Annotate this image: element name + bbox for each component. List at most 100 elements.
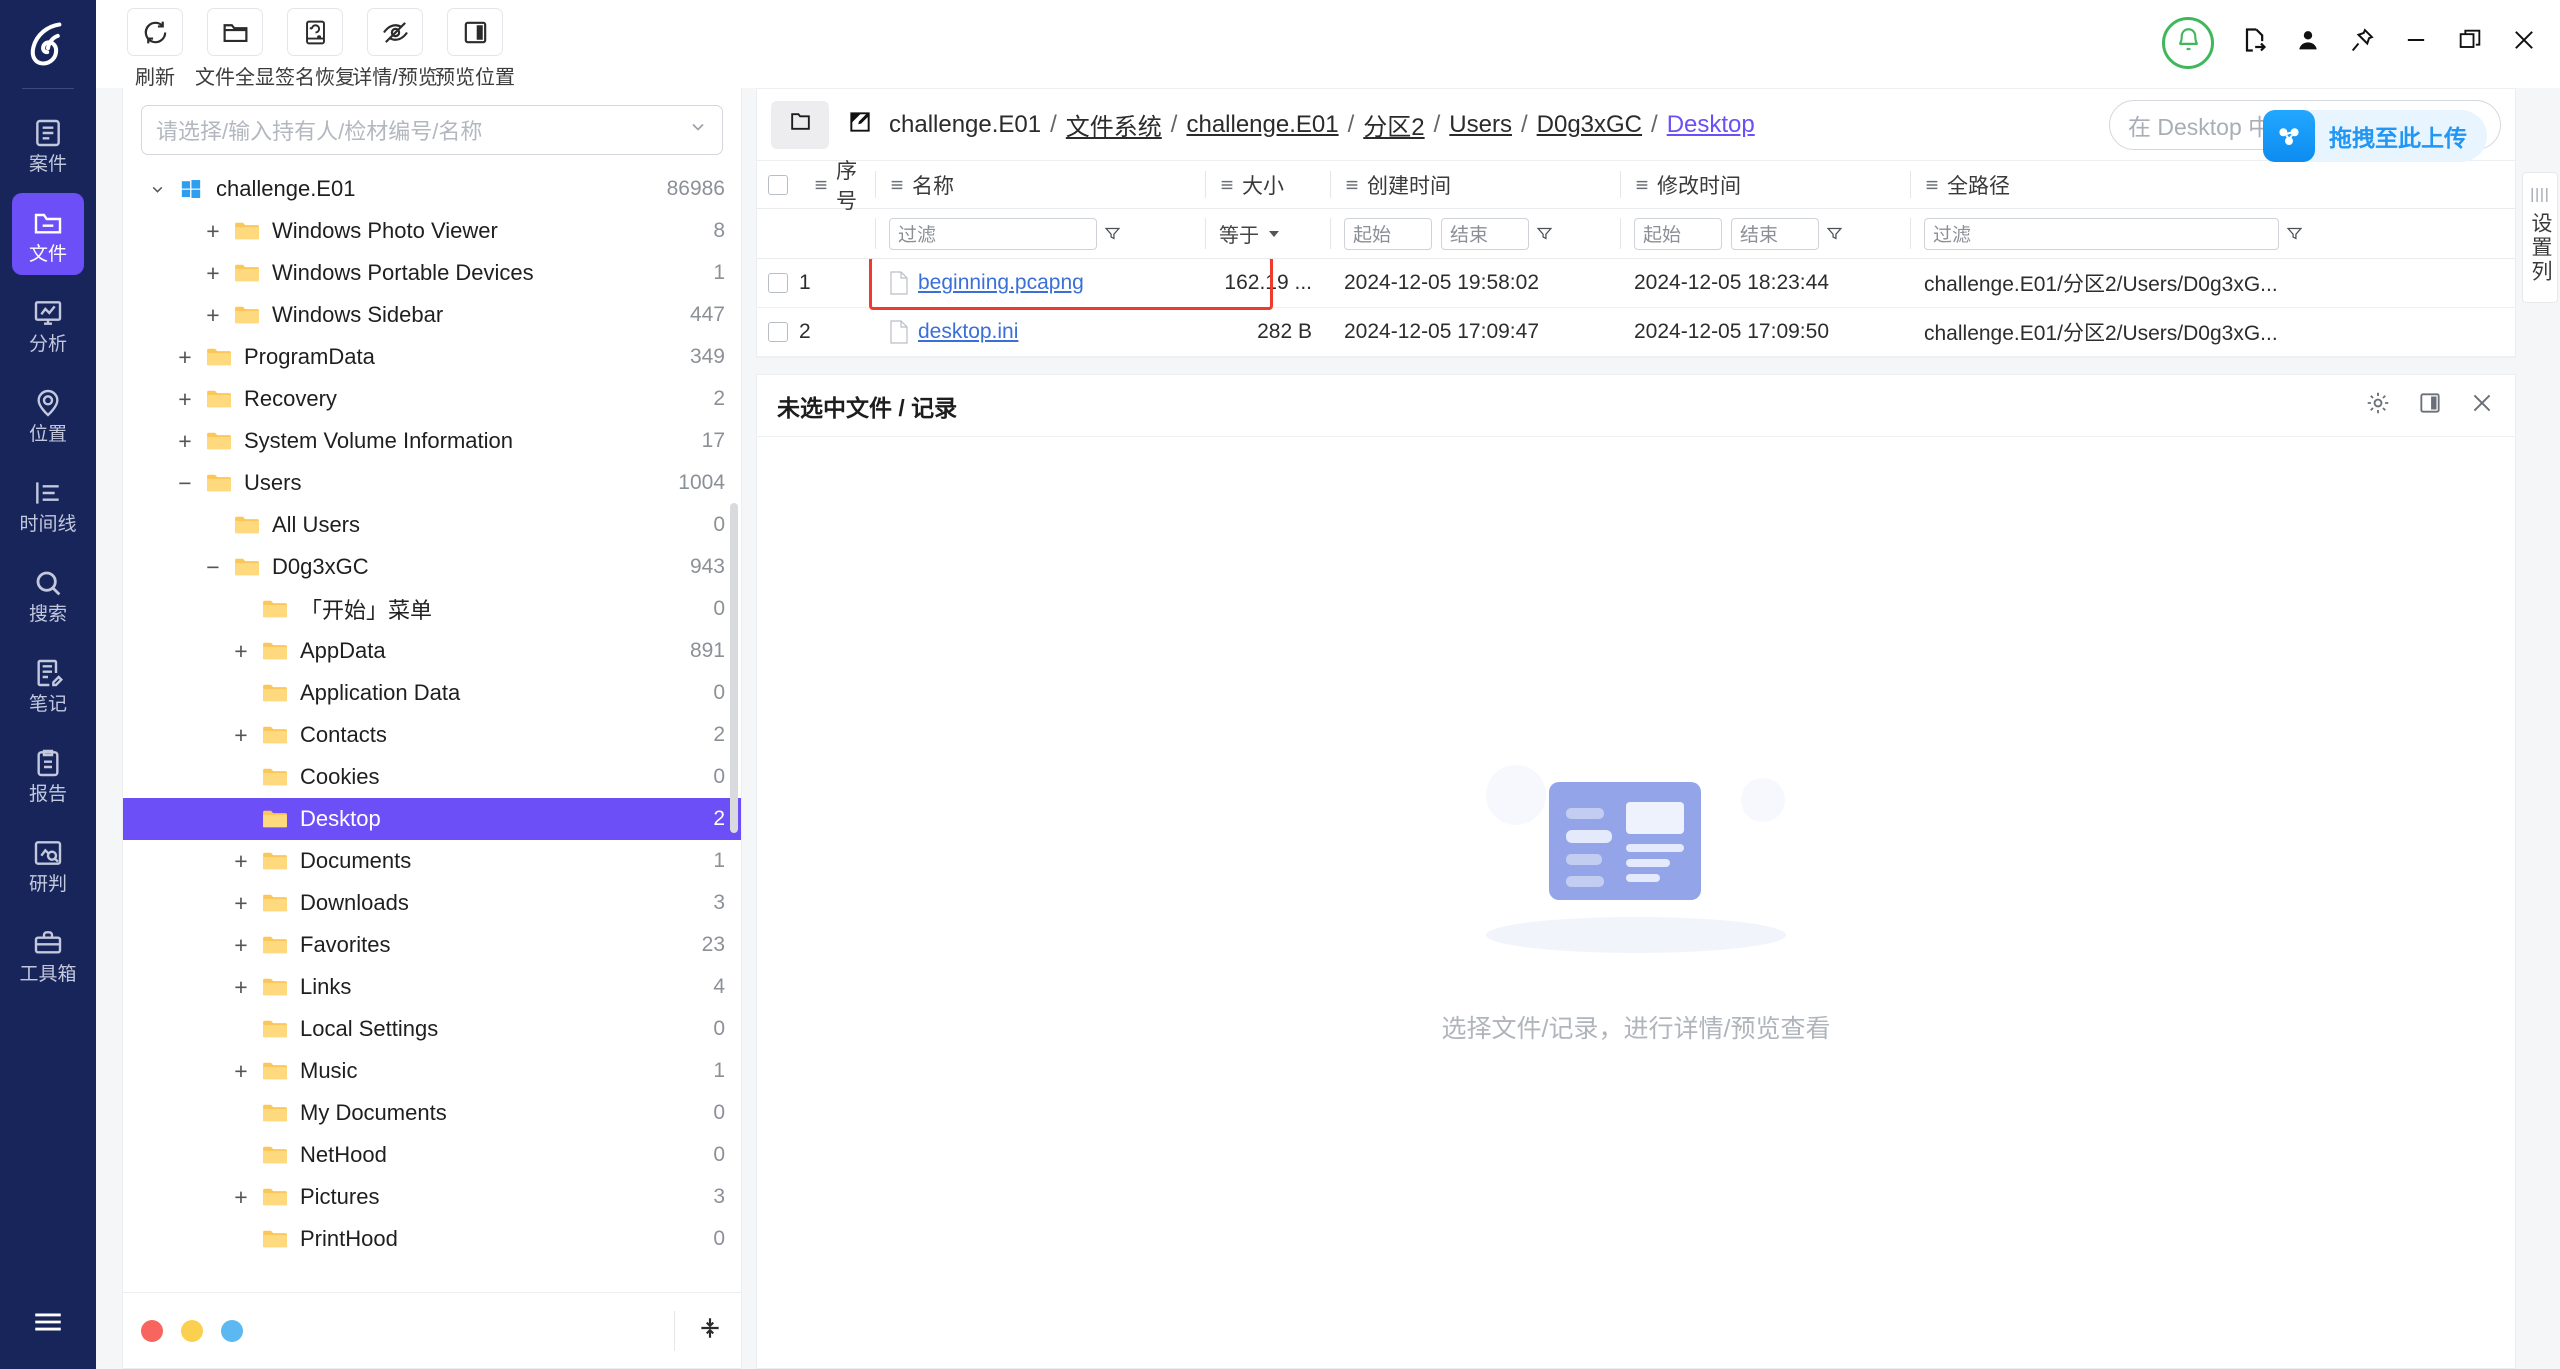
row-select[interactable] bbox=[757, 273, 799, 293]
tree-vertical-scrollbar[interactable] bbox=[730, 503, 738, 833]
tree-node[interactable]: My Documents0 bbox=[123, 1092, 741, 1134]
column-header-name[interactable]: 名称 bbox=[875, 161, 1205, 208]
expand-plus-icon[interactable]: + bbox=[223, 974, 259, 1001]
filter-name-input[interactable]: 过滤 bbox=[889, 218, 1097, 250]
tree-node[interactable]: +Links4 bbox=[123, 966, 741, 1008]
tree-node[interactable]: +Windows Portable Devices1 bbox=[123, 252, 741, 294]
breadcrumb-item[interactable]: challenge.E01 bbox=[1186, 111, 1338, 139]
tree-node[interactable]: +Windows Sidebar447 bbox=[123, 294, 741, 336]
collapse-minus-icon[interactable]: − bbox=[195, 554, 231, 581]
tree-node[interactable]: +Documents1 bbox=[123, 840, 741, 882]
expand-plus-icon[interactable]: + bbox=[223, 848, 259, 875]
column-header-created[interactable]: 创建时间 bbox=[1330, 161, 1620, 208]
file-name-link[interactable]: desktop.ini bbox=[918, 320, 1018, 344]
tree-node[interactable]: +ProgramData349 bbox=[123, 336, 741, 378]
tree-node[interactable]: +Favorites23 bbox=[123, 924, 741, 966]
expand-plus-icon[interactable]: + bbox=[195, 260, 231, 287]
expand-plus-icon[interactable]: + bbox=[195, 302, 231, 329]
status-dot-red[interactable] bbox=[141, 1320, 163, 1342]
filter-created-end[interactable]: 结束 bbox=[1441, 218, 1529, 250]
breadcrumb-item[interactable]: 文件系统 bbox=[1066, 107, 1162, 142]
tree-node[interactable]: −D0g3xGC943 bbox=[123, 546, 741, 588]
file-name-link[interactable]: beginning.pcapng bbox=[918, 271, 1084, 295]
tree-node[interactable]: challenge.E0186986 bbox=[123, 168, 741, 210]
sidebar-item-insight[interactable]: 研判 bbox=[12, 823, 84, 905]
filter-created-start[interactable]: 起始 bbox=[1344, 218, 1432, 250]
filter-modified-start[interactable]: 起始 bbox=[1634, 218, 1722, 250]
tree-node[interactable]: Cookies0 bbox=[123, 756, 741, 798]
tree-node[interactable]: NetHood0 bbox=[123, 1134, 741, 1176]
preview-position-button[interactable]: 预览位置 bbox=[442, 8, 508, 90]
column-header-index[interactable]: 序号 bbox=[799, 161, 875, 208]
pin-button[interactable] bbox=[2348, 26, 2376, 60]
funnel-icon[interactable] bbox=[2279, 225, 2309, 242]
tree-node[interactable]: Desktop2 bbox=[123, 798, 741, 840]
tree-node[interactable]: +Downloads3 bbox=[123, 882, 741, 924]
notification-bell-button[interactable] bbox=[2162, 17, 2214, 69]
expand-plus-icon[interactable]: + bbox=[195, 218, 231, 245]
column-header-path[interactable]: 全路径 bbox=[1910, 161, 2515, 208]
funnel-icon[interactable] bbox=[1097, 225, 1127, 242]
breadcrumb-item[interactable]: Users bbox=[1449, 111, 1512, 139]
filter-size[interactable]: 等于 bbox=[1205, 209, 1330, 258]
drag-upload-tip[interactable]: 拖拽至此上传 bbox=[2263, 110, 2487, 162]
sidebar-item-timeline[interactable]: 时间线 bbox=[12, 463, 84, 545]
tree-node[interactable]: Application Data0 bbox=[123, 672, 741, 714]
expand-plus-icon[interactable]: + bbox=[167, 386, 203, 413]
expand-plus-icon[interactable]: + bbox=[167, 428, 203, 455]
sidebar-item-toolbox[interactable]: 工具箱 bbox=[12, 913, 84, 995]
row-checkbox[interactable] bbox=[768, 273, 788, 293]
tree-node[interactable]: 「开始」菜单0 bbox=[123, 588, 741, 630]
table-row[interactable]: 1beginning.pcapng162.19 ...2024-12-05 19… bbox=[757, 259, 2515, 308]
tree-node[interactable]: −Users1004 bbox=[123, 462, 741, 504]
tree-node[interactable]: +System Volume Information17 bbox=[123, 420, 741, 462]
filter-path-input[interactable]: 过滤 bbox=[1924, 218, 2279, 250]
expand-plus-icon[interactable]: + bbox=[223, 890, 259, 917]
tree-node[interactable]: +Windows Photo Viewer8 bbox=[123, 210, 741, 252]
detail-preview-button[interactable]: 详情/预览 bbox=[362, 8, 428, 90]
column-header-modified[interactable]: 修改时间 bbox=[1620, 161, 1910, 208]
sidebar-item-analysis[interactable]: 分析 bbox=[12, 283, 84, 365]
settings-gear-button[interactable] bbox=[2365, 390, 2391, 422]
owner-select-input[interactable]: 请选择/输入持有人/检材编号/名称 bbox=[141, 105, 723, 155]
tree-node[interactable]: +Contacts2 bbox=[123, 714, 741, 756]
tree-scroll-region[interactable]: challenge.E0186986+Windows Photo Viewer8… bbox=[123, 168, 741, 1292]
table-row[interactable]: 2desktop.ini282 B2024-12-05 17:09:472024… bbox=[757, 308, 2515, 357]
maximize-button[interactable] bbox=[2456, 26, 2484, 60]
tree-node[interactable]: All Users0 bbox=[123, 504, 741, 546]
sidebar-item-files[interactable]: 文件 bbox=[12, 193, 84, 275]
breadcrumb-item[interactable]: Desktop bbox=[1667, 111, 1755, 139]
tree-node[interactable]: +Recovery2 bbox=[123, 378, 741, 420]
row-select[interactable] bbox=[757, 322, 799, 342]
sidebar-item-search[interactable]: 搜索 bbox=[12, 553, 84, 635]
tree-node[interactable]: +AppData891 bbox=[123, 630, 741, 672]
expand-plus-icon[interactable]: + bbox=[223, 932, 259, 959]
filter-modified-end[interactable]: 结束 bbox=[1731, 218, 1819, 250]
row-checkbox[interactable] bbox=[768, 322, 788, 342]
refresh-button[interactable]: 刷新 bbox=[122, 8, 188, 90]
close-button[interactable] bbox=[2510, 26, 2538, 60]
sidebar-item-report[interactable]: 报告 bbox=[12, 733, 84, 815]
rail-menu-button[interactable] bbox=[0, 1305, 96, 1345]
expand-plus-icon[interactable]: + bbox=[223, 1184, 259, 1211]
tree-node[interactable]: +Pictures3 bbox=[123, 1176, 741, 1218]
sidebar-item-notes[interactable]: 笔记 bbox=[12, 643, 84, 725]
signature-restore-button[interactable]: 签名恢复 bbox=[282, 8, 348, 90]
expand-plus-icon[interactable]: + bbox=[167, 344, 203, 371]
status-dot-yellow[interactable] bbox=[181, 1320, 203, 1342]
select-all-header[interactable] bbox=[757, 175, 799, 195]
breadcrumb-item[interactable]: D0g3xGC bbox=[1537, 111, 1642, 139]
funnel-icon[interactable] bbox=[1529, 225, 1559, 242]
export-file-button[interactable] bbox=[2240, 26, 2268, 60]
expand-plus-icon[interactable]: + bbox=[223, 722, 259, 749]
sidebar-item-location[interactable]: 位置 bbox=[12, 373, 84, 455]
breadcrumb-item[interactable]: 分区2 bbox=[1363, 107, 1424, 142]
chevron-down-icon[interactable] bbox=[139, 181, 175, 198]
column-header-size[interactable]: 大小 bbox=[1205, 161, 1330, 208]
select-all-checkbox[interactable] bbox=[768, 175, 788, 195]
preview-close-button[interactable] bbox=[2469, 390, 2495, 422]
column-settings-tab[interactable]: |||| 设置列 bbox=[2522, 172, 2558, 303]
preview-layout-button[interactable] bbox=[2417, 390, 2443, 422]
expand-plus-icon[interactable]: + bbox=[223, 638, 259, 665]
sidebar-item-case[interactable]: 案件 bbox=[12, 103, 84, 185]
